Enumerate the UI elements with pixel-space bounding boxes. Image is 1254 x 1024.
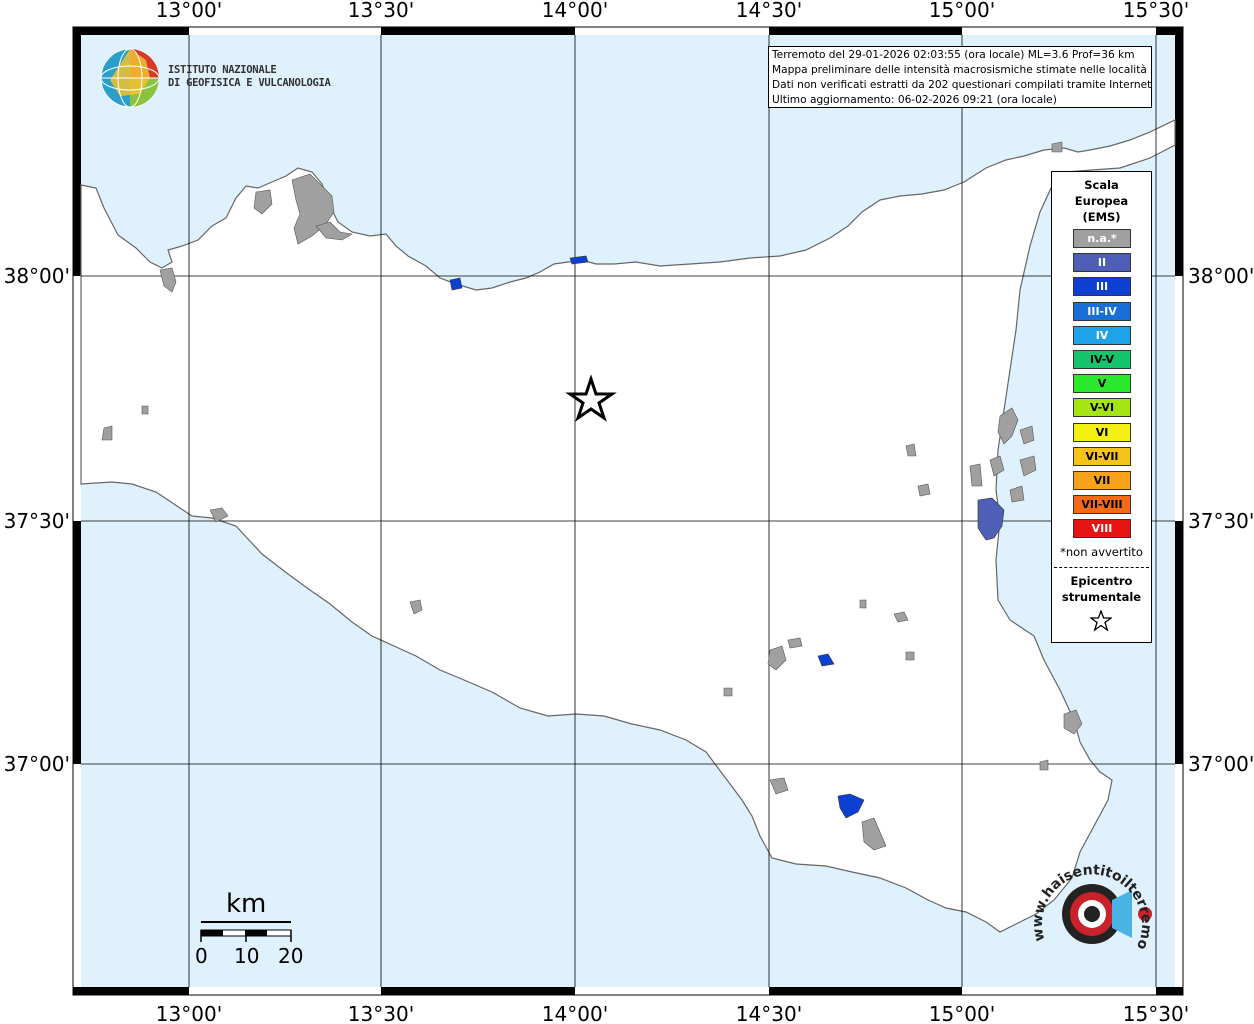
scale-tick-label: 0: [195, 944, 208, 968]
institute-name: ISTITUTO NAZIONALE DI GEOFISICA E VULCAN…: [168, 64, 331, 90]
legend-note: *non avvertito: [1060, 545, 1143, 559]
legend-title-line: (EMS): [1082, 210, 1121, 224]
legend-swatch: n.a.*: [1073, 229, 1131, 248]
legend-separator: [1054, 567, 1149, 568]
info-line: Terremoto del 29-01-2026 02:03:55 (ora l…: [772, 49, 1135, 61]
legend-swatch: VI: [1073, 422, 1131, 442]
info-line: Mappa preliminare delle intensità macros…: [772, 64, 1147, 76]
lat-label-left: 37°00': [4, 752, 70, 776]
lat-label-right: 37°00': [1188, 752, 1254, 776]
legend-epicenter-line: strumentale: [1061, 590, 1142, 604]
legend-swatch: VII-VIII: [1073, 495, 1131, 515]
institute-line: ISTITUTO NAZIONALE: [168, 64, 277, 76]
institute-line: DI GEOFISICA E VULCANOLOGIA: [168, 77, 331, 89]
legend-swatch: III: [1073, 277, 1131, 297]
latitude-labels-left: 38°00' 37°30' 37°00': [4, 264, 70, 776]
info-line: Dati non verificati estratti da 202 ques…: [772, 79, 1152, 91]
legend-swatch: V-VI: [1073, 398, 1131, 418]
intensity-legend: Scala Europea (EMS) n.a.* II III III-IV IV IV…: [1051, 171, 1152, 643]
legend-title-line: Scala: [1084, 178, 1119, 192]
lon-label-top: 14°00': [542, 0, 608, 22]
legend-epicenter-line: Epicentro: [1070, 574, 1133, 588]
lon-label-top: 15°30': [1123, 0, 1189, 22]
lon-label-bottom: 13°00': [156, 1002, 222, 1024]
lat-label-left: 37°30': [4, 509, 70, 533]
legend-title-line: Europea: [1074, 194, 1129, 208]
lon-label-top: 14°30': [736, 0, 802, 22]
lat-label-right: 37°30': [1188, 509, 1254, 533]
scale-tick-label: 10: [234, 944, 260, 968]
lon-label-bottom: 13°30': [348, 1002, 414, 1024]
earthquake-info-box: Terremoto del 29-01-2026 02:03:55 (ora l…: [768, 46, 1152, 108]
ingv-logo-icon: [100, 48, 160, 108]
legend-star-icon: [1090, 610, 1112, 632]
legend-swatch: V: [1073, 374, 1131, 394]
lon-label-bottom: 14°30': [736, 1002, 802, 1024]
legend-swatch: IV: [1073, 325, 1131, 345]
latitude-labels-right: 38°00' 37°30' 37°00': [1188, 264, 1254, 776]
legend-swatch: II: [1073, 253, 1131, 273]
lon-label-bottom: 14°00': [542, 1002, 608, 1024]
info-line: Ultimo aggiornamento: 06-02-2026 09:21 (…: [772, 94, 1057, 106]
scale-unit: km: [226, 889, 267, 919]
lat-label-right: 38°00': [1188, 264, 1254, 288]
lon-label-bottom: 15°30': [1123, 1002, 1189, 1024]
longitude-labels-bottom: 13°00' 13°30' 14°00' 14°30' 15°00' 15°30…: [156, 1002, 1189, 1024]
legend-swatch: VIII: [1073, 519, 1131, 539]
legend-swatch: VI-VII: [1073, 446, 1131, 466]
legend-title: Scala Europea (EMS): [1052, 177, 1151, 225]
legend-swatch: IV-V: [1073, 350, 1131, 369]
lon-label-top: 13°00': [156, 0, 222, 22]
lon-label-bottom: 15°00': [929, 1002, 995, 1024]
lat-label-left: 38°00': [4, 264, 70, 288]
lon-label-top: 15°00': [929, 0, 995, 22]
legend-swatch: III-IV: [1073, 301, 1131, 321]
legend-swatch: VII: [1073, 471, 1131, 490]
longitude-labels-top: 13°00' 13°30' 14°00' 14°30' 15°00' 15°30…: [156, 0, 1189, 22]
lon-label-top: 13°30': [348, 0, 414, 22]
scale-tick-label: 20: [278, 944, 304, 968]
legend-epicenter-label: Epicentro strumentale: [1052, 573, 1151, 605]
